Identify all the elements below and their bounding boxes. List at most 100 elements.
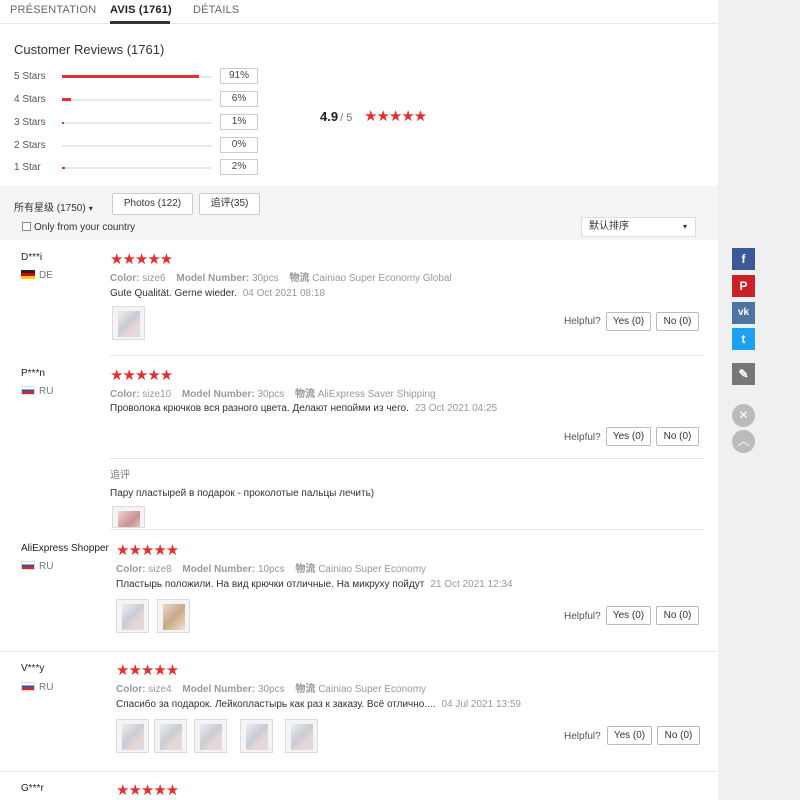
helpful-no-button[interactable]: No (0) xyxy=(656,427,699,446)
review-photo-thumbnail[interactable] xyxy=(154,719,187,753)
model-value: 30pcs xyxy=(257,389,285,400)
rating-bar xyxy=(62,122,212,124)
rating-row-3[interactable]: 3 Stars 1% xyxy=(14,114,274,132)
review-body: Пластырь положили. На вид крючки отличны… xyxy=(116,579,425,590)
rating-bar-fill xyxy=(62,98,71,101)
review-date: 04 Oct 2021 08:18 xyxy=(242,288,326,299)
vk-share-icon[interactable]: vk xyxy=(732,302,755,324)
rating-row-4[interactable]: 4 Stars 6% xyxy=(14,91,274,109)
model-value: 30pcs xyxy=(257,684,285,695)
review-star-icons: ★★★★★ xyxy=(110,367,173,384)
followup-divider xyxy=(110,458,704,459)
helpful-no-button[interactable]: No (0) xyxy=(656,312,699,331)
review-star-icons: ★★★★★ xyxy=(116,542,179,559)
color-value: size10 xyxy=(142,389,172,400)
color-value: size8 xyxy=(148,564,172,575)
average-star-icons: ★★★★★ xyxy=(364,108,427,125)
model-label: Model Number: xyxy=(176,273,250,284)
helpful-yes-button[interactable]: Yes (0) xyxy=(606,312,651,331)
pinterest-share-icon[interactable]: P xyxy=(732,275,755,297)
reviewer-name: P***n xyxy=(21,368,45,379)
twitter-share-icon[interactable]: t xyxy=(732,328,755,350)
helpful-no-button[interactable]: No (0) xyxy=(656,606,699,625)
rating-bar xyxy=(62,75,212,78)
review-photo-thumbnail[interactable] xyxy=(194,719,227,753)
review-divider xyxy=(0,651,718,652)
average-rating-scale: / 5 xyxy=(340,112,353,124)
tab-reviews[interactable]: AVIS (1761) xyxy=(110,4,172,16)
facebook-share-icon[interactable]: f xyxy=(732,248,755,270)
review-star-icons: ★★★★★ xyxy=(110,251,173,268)
rating-percent: 6% xyxy=(220,91,258,107)
color-label: Color: xyxy=(110,273,140,284)
review-meta: Color: size10 Model Number: 30pcs 物流 Ali… xyxy=(110,385,436,400)
photos-filter-button[interactable]: Photos (122) xyxy=(112,193,193,215)
reviewer-name: V***y xyxy=(21,663,45,674)
russia-flag-icon xyxy=(21,682,35,691)
color-value: size6 xyxy=(142,273,166,284)
russia-flag-icon xyxy=(21,386,35,395)
helpful-yes-button[interactable]: Yes (0) xyxy=(606,427,651,446)
rating-percent: 91% xyxy=(220,68,258,84)
review-item: V***y RU ★★★★★ Color: size4 Model Number… xyxy=(0,661,718,772)
average-rating: 4.9/ 5 ★★★★★ xyxy=(320,108,427,125)
rating-filter-select[interactable]: 所有星级 (1750) ▾ xyxy=(14,199,93,214)
review-item: AliExpress Shopper RU ★★★★★ Color: size8… xyxy=(0,541,718,652)
sort-select[interactable]: 默认排序 ▾ xyxy=(581,217,696,237)
chevron-down-icon: ▾ xyxy=(682,222,687,231)
helpful-yes-button[interactable]: Yes (0) xyxy=(606,606,651,625)
shipping-label: 物流 xyxy=(295,684,316,695)
review-body: Проволока крючков вся разного цвета. Дел… xyxy=(110,403,409,414)
rating-row-2[interactable]: 2 Stars 0% xyxy=(14,137,274,155)
rating-bar-fill xyxy=(62,75,199,78)
reviews-summary-title: Customer Reviews (1761) xyxy=(14,42,165,57)
reviewer-name: G***r xyxy=(21,783,44,794)
reviewer-country: RU xyxy=(21,561,53,572)
review-divider xyxy=(110,529,704,530)
checkbox-box[interactable] xyxy=(22,222,31,231)
followup-filter-button[interactable]: 追评(35) xyxy=(199,193,260,215)
helpful-label: Helpful? xyxy=(564,731,601,742)
color-label: Color: xyxy=(110,389,140,400)
rating-bar xyxy=(62,98,212,101)
reviewer-name: D***i xyxy=(21,252,43,263)
close-icon[interactable]: ✕ xyxy=(732,404,755,427)
edit-icon[interactable]: ✎ xyxy=(732,363,755,385)
review-photo-thumbnail[interactable] xyxy=(112,306,145,340)
rating-row-1[interactable]: 1 Star 2% xyxy=(14,159,274,177)
average-rating-value: 4.9 xyxy=(320,109,339,124)
shipping-label: 物流 xyxy=(294,389,315,400)
rating-row-label: 2 Stars xyxy=(14,140,46,151)
review-photo-thumbnail[interactable] xyxy=(157,599,190,633)
helpful-yes-button[interactable]: Yes (0) xyxy=(607,726,652,745)
review-photo-thumbnail[interactable] xyxy=(116,599,149,633)
review-divider xyxy=(110,355,704,356)
followup-label: 追评 xyxy=(110,470,130,481)
rating-row-5[interactable]: 5 Stars 91% xyxy=(14,68,274,86)
only-country-checkbox[interactable]: Only from your country xyxy=(22,222,135,233)
model-label: Model Number: xyxy=(182,564,256,575)
scroll-top-icon[interactable]: ︿ xyxy=(732,430,755,453)
sort-value: 默认排序 xyxy=(589,221,629,232)
helpful-label: Helpful? xyxy=(564,316,601,327)
country-code: RU xyxy=(39,682,54,693)
rating-row-label: 5 Stars xyxy=(14,71,46,82)
reviewer-country: DE xyxy=(21,270,53,281)
review-body: Gute Qualität. Gerne wieder. xyxy=(110,288,237,299)
model-label: Model Number: xyxy=(181,389,255,400)
tab-details[interactable]: DÉTAILS xyxy=(193,4,239,16)
rating-bar-fill xyxy=(62,122,65,124)
review-item: P***n RU ★★★★★ Color: size10 Model Numbe… xyxy=(0,366,718,530)
review-photo-thumbnail[interactable] xyxy=(240,719,273,753)
review-photo-thumbnail[interactable] xyxy=(285,719,318,753)
followup-photo-thumbnail[interactable] xyxy=(112,506,145,528)
helpful-no-button[interactable]: No (0) xyxy=(657,726,700,745)
review-photo-thumbnail[interactable] xyxy=(116,719,149,753)
helpful-label: Helpful? xyxy=(564,611,601,622)
shipping-value: Cainiao Super Economy Global xyxy=(312,273,452,284)
reviews-panel: PRÉSENTATION AVIS (1761) DÉTAILS Custome… xyxy=(0,0,718,800)
tab-presentation[interactable]: PRÉSENTATION xyxy=(10,4,96,16)
model-label: Model Number: xyxy=(182,684,256,695)
rating-row-label: 1 Star xyxy=(14,162,41,173)
review-star-icons: ★★★★★ xyxy=(116,662,179,679)
